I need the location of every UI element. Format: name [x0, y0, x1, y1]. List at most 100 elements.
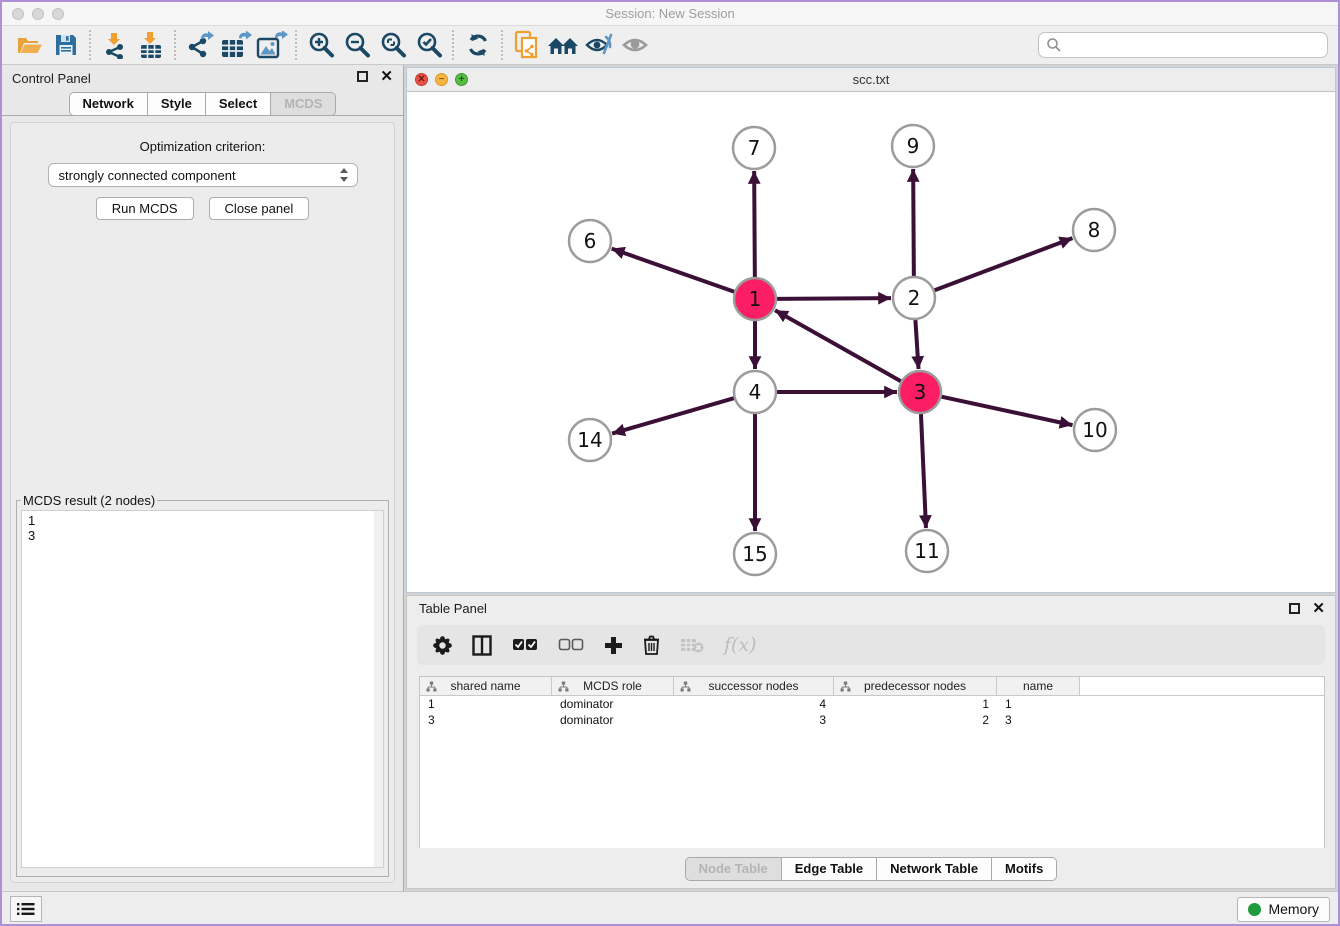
zoom-in-button[interactable] — [303, 29, 339, 61]
add-column-button[interactable] — [604, 636, 623, 655]
unchecked-boxes-icon — [558, 638, 584, 652]
home-networks-button[interactable] — [545, 29, 581, 61]
run-mcds-button[interactable]: Run MCDS — [96, 197, 194, 220]
table-cell[interactable]: 3 — [997, 713, 1080, 727]
graph-node-label-8: 8 — [1088, 218, 1101, 242]
graph-node-label-10: 10 — [1082, 418, 1107, 442]
tree-icon — [680, 681, 691, 692]
table-row[interactable]: 3dominator323 — [420, 712, 1324, 728]
gear-icon — [433, 636, 452, 655]
table-cell[interactable]: dominator — [552, 713, 674, 727]
graph-edge-3-1[interactable] — [775, 310, 901, 381]
network-maximize-button[interactable]: + — [455, 73, 468, 86]
import-table-button[interactable] — [133, 29, 169, 61]
export-image-button[interactable] — [254, 29, 290, 61]
show-hidden-button[interactable] — [617, 29, 653, 61]
graph-edge-2-8[interactable] — [935, 238, 1073, 290]
mcds-result-list[interactable]: 1 3 — [21, 510, 384, 868]
graph-edge-1-6[interactable] — [612, 249, 735, 292]
session-title: Session: New Session — [2, 2, 1338, 26]
open-session-button[interactable] — [12, 29, 48, 61]
tab-motifs[interactable]: Motifs — [992, 857, 1057, 881]
table-cell[interactable]: 3 — [420, 713, 552, 727]
refresh-layout-button[interactable] — [460, 29, 496, 61]
graph-edge-1-2[interactable] — [777, 298, 891, 299]
graph-edge-3-11[interactable] — [921, 414, 926, 528]
graph-edge-2-9[interactable] — [913, 169, 914, 276]
select-all-button[interactable] — [512, 638, 538, 652]
criterion-dropdown[interactable]: strongly connected component — [48, 163, 358, 187]
graph-edge-4-14[interactable] — [612, 398, 734, 433]
network-graph[interactable]: 7968124314101511 — [407, 92, 1335, 591]
table-cell[interactable]: 1 — [420, 697, 552, 711]
table-cell[interactable]: 1 — [834, 697, 997, 711]
table-cell[interactable]: dominator — [552, 697, 674, 711]
table-settings-button[interactable] — [433, 636, 452, 655]
table-cell[interactable]: 3 — [674, 713, 834, 727]
graph-edge-1-7[interactable] — [754, 171, 755, 277]
export-table-icon — [220, 31, 252, 59]
tab-edge-table[interactable]: Edge Table — [782, 857, 877, 881]
network-minimize-button[interactable]: − — [435, 73, 448, 86]
table-cell[interactable]: 4 — [674, 697, 834, 711]
float-panel-icon[interactable] — [357, 71, 368, 82]
tree-icon — [426, 681, 437, 692]
tab-select[interactable]: Select — [206, 92, 271, 116]
maximize-window-button[interactable] — [52, 8, 64, 20]
task-history-button[interactable] — [10, 896, 42, 922]
graph-edge-2-3[interactable] — [915, 320, 918, 369]
export-network-button[interactable] — [182, 29, 218, 61]
hide-selected-button[interactable] — [581, 29, 617, 61]
export-table-button[interactable] — [218, 29, 254, 61]
column-label: shared name — [450, 679, 520, 693]
toolbar-separator — [295, 30, 298, 60]
toolbar-separator — [452, 30, 455, 60]
column-header-predecessor-nodes[interactable]: predecessor nodes — [834, 677, 997, 695]
mcds-result-group: MCDS result (2 nodes) 1 3 — [16, 493, 389, 877]
graph-edge-3-10[interactable] — [941, 397, 1072, 425]
dropdown-stepper-icon — [339, 167, 349, 183]
close-window-button[interactable] — [12, 8, 24, 20]
unselect-all-button[interactable] — [558, 638, 584, 652]
close-panel-icon[interactable]: ✕ — [380, 71, 393, 82]
graph-edges[interactable] — [612, 169, 1073, 531]
zoom-out-button[interactable] — [339, 29, 375, 61]
table-cell[interactable]: 1 — [997, 697, 1080, 711]
main-toolbar — [2, 26, 1338, 65]
column-header-successor-nodes[interactable]: successor nodes — [674, 677, 834, 695]
tab-network[interactable]: Network — [69, 92, 148, 116]
close-table-panel-icon[interactable]: ✕ — [1312, 603, 1325, 614]
delete-table-button[interactable] — [680, 637, 704, 653]
table-body[interactable]: 1dominator4113dominator323 — [420, 696, 1324, 728]
node-table[interactable]: shared name MCDS rolesuccessor nodes prede… — [419, 676, 1325, 848]
column-header-shared-name[interactable]: shared name — [420, 677, 552, 695]
zoom-selected-button[interactable] — [411, 29, 447, 61]
save-session-button[interactable] — [48, 29, 84, 61]
table-cell[interactable]: 2 — [834, 713, 997, 727]
search-icon — [1046, 37, 1062, 53]
clone-network-button[interactable] — [509, 29, 545, 61]
tab-network-table[interactable]: Network Table — [877, 857, 992, 881]
column-header-MCDS-role[interactable]: MCDS role — [552, 677, 674, 695]
network-close-button[interactable]: ✕ — [415, 73, 428, 86]
tab-node-table[interactable]: Node Table — [685, 857, 782, 881]
column-label: predecessor nodes — [864, 679, 966, 693]
eye-slash-icon — [584, 32, 614, 58]
zoom-fit-button[interactable] — [375, 29, 411, 61]
main-area: Control Panel ✕ Network Style Select MCD… — [2, 65, 1338, 891]
float-table-panel-icon[interactable] — [1289, 603, 1300, 614]
table-row[interactable]: 1dominator411 — [420, 696, 1324, 712]
delete-column-button[interactable] — [643, 635, 660, 655]
network-canvas[interactable]: 7968124314101511 — [407, 92, 1335, 591]
tab-mcds[interactable]: MCDS — [271, 92, 336, 116]
minimize-window-button[interactable] — [32, 8, 44, 20]
result-scrollbar[interactable] — [374, 511, 383, 867]
column-header-name[interactable]: name — [997, 677, 1080, 695]
memory-button[interactable]: Memory — [1237, 897, 1330, 922]
import-network-button[interactable] — [97, 29, 133, 61]
search-input[interactable] — [1062, 38, 1320, 53]
function-builder-button[interactable]: f(x) — [724, 634, 757, 656]
close-panel-button[interactable]: Close panel — [209, 197, 310, 220]
tab-style[interactable]: Style — [148, 92, 206, 116]
show-columns-button[interactable] — [472, 635, 492, 656]
